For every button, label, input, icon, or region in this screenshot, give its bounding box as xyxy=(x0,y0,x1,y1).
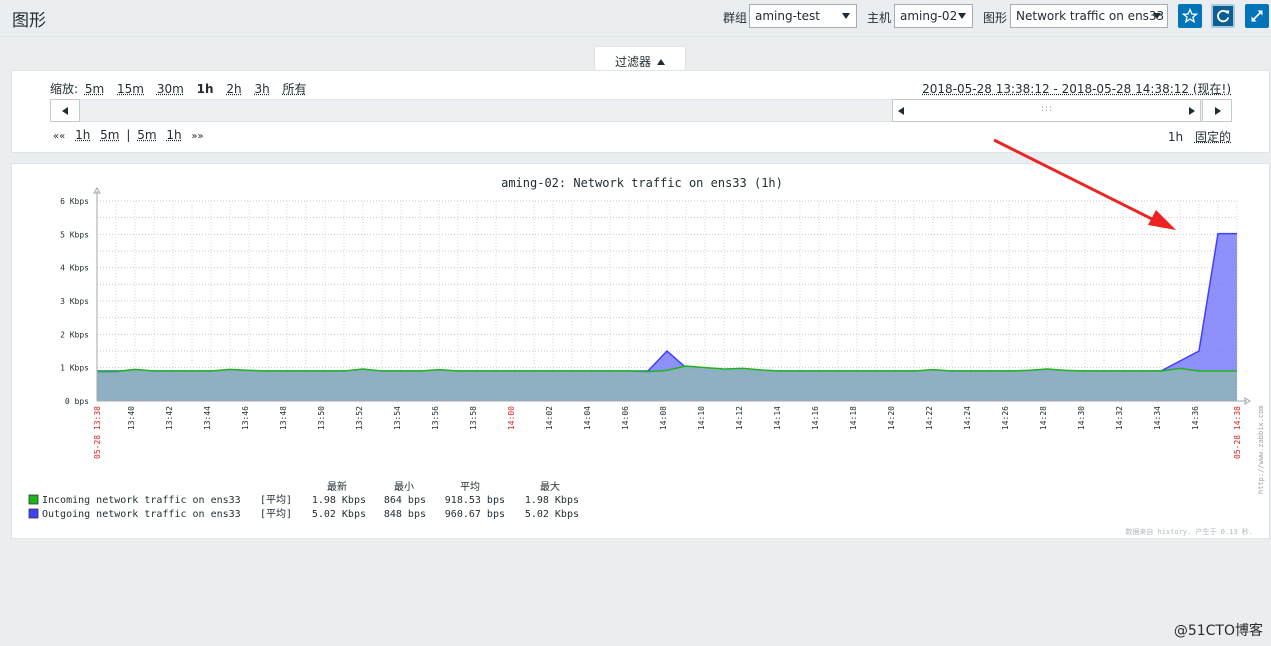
watermark: @51CTO博客 xyxy=(1173,623,1263,639)
annotation-arrow xyxy=(993,138,1176,230)
arrow-shaft xyxy=(993,138,1161,225)
arrow-head-icon xyxy=(1148,210,1176,230)
